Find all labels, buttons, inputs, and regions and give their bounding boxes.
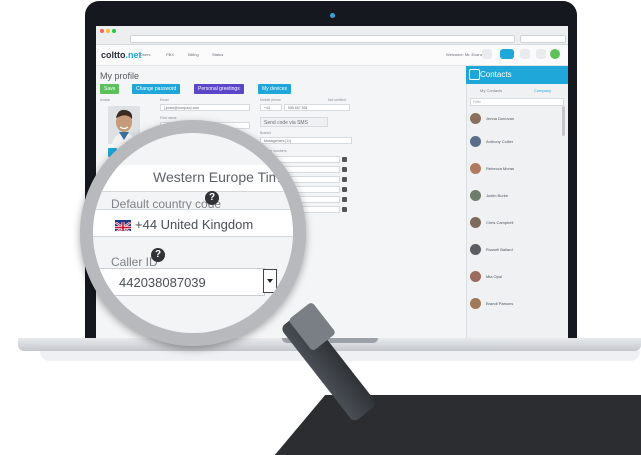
app-logo[interactable]: coltto.net	[101, 50, 142, 60]
contact-name: Mia Opal	[486, 274, 503, 279]
send-code-button[interactable]: Send code via SMS	[260, 117, 328, 127]
settings-icon[interactable]	[536, 49, 546, 59]
nav-pbx[interactable]: PBX	[166, 52, 174, 57]
help-icon[interactable]: ?	[151, 248, 165, 262]
contact-item[interactable]: Rebecca Moran	[470, 161, 562, 177]
branch-select[interactable]: Management [11]	[260, 137, 352, 144]
magnifier-lens: Western Europe Time... Default country c…	[93, 133, 293, 333]
status-icon[interactable]	[500, 49, 514, 59]
not-verified-label: Not verified	[328, 98, 346, 102]
email-field[interactable]: j.jones@company.com	[160, 104, 250, 111]
avatar	[470, 298, 481, 309]
country-code-value: +44 United Kingdom	[135, 217, 254, 232]
webcam	[330, 13, 335, 18]
contact-item[interactable]: Mia Opal	[470, 269, 562, 285]
mobile-field[interactable]: 555 667 554	[284, 104, 350, 111]
contact-item[interactable]: Justin Burke	[470, 188, 562, 204]
copy-icon[interactable]	[342, 197, 347, 202]
grid-icon[interactable]	[482, 49, 492, 59]
mobile-country-select[interactable]: +44	[260, 104, 282, 111]
copy-icon[interactable]	[342, 207, 347, 212]
contact-name: Anthony Collier	[486, 139, 514, 144]
caller-id-value: 442038087039	[119, 275, 206, 290]
change-password-button[interactable]: Change password	[132, 84, 181, 94]
nav-status[interactable]: Status	[212, 52, 223, 57]
contact-name: Brandi Parsons	[486, 301, 514, 306]
welcome-user: Welcome: Mr. Evans	[446, 52, 483, 57]
timezone-value: Western Europe Time...	[153, 169, 293, 185]
caller-id-dropdown[interactable]	[263, 269, 277, 293]
contacts-filter-input[interactable]: Filter	[470, 98, 564, 106]
save-button[interactable]: Save	[100, 84, 120, 94]
address-bar[interactable]	[130, 35, 515, 43]
branch-label: Branch	[260, 131, 272, 135]
avatar	[470, 113, 481, 124]
avatar	[470, 190, 481, 201]
copy-icon[interactable]	[342, 157, 347, 162]
phone-icon[interactable]	[520, 49, 530, 59]
help-icon[interactable]: ?	[205, 191, 219, 205]
contact-name: Jenna Donovan	[486, 116, 515, 121]
contact-name: Justin Burke	[486, 193, 509, 198]
tab-company[interactable]: Company	[534, 88, 551, 93]
tab-my-contacts[interactable]: My Contacts	[480, 88, 502, 93]
avatar-label: Avatar	[100, 98, 111, 102]
contacts-icon	[469, 69, 480, 80]
floor-shadow	[274, 395, 641, 455]
nav-users[interactable]: Users	[140, 52, 150, 57]
avatar	[470, 217, 481, 228]
email-label: Email	[160, 98, 169, 102]
contact-item[interactable]: Jenna Donovan	[470, 111, 562, 127]
page-title: My profile	[100, 71, 140, 81]
chevron-down-icon	[267, 279, 273, 283]
uk-flag-icon	[115, 220, 131, 231]
browser-search-box[interactable]	[520, 35, 566, 43]
contact-name: Rebecca Moran	[486, 166, 515, 171]
contacts-title: Contacts	[480, 70, 512, 79]
my-devices-button[interactable]: My devices	[258, 84, 292, 94]
copy-icon[interactable]	[342, 177, 347, 182]
contact-name: Chris Campbell	[486, 220, 514, 225]
contact-item[interactable]: Anthony Collier	[470, 134, 562, 150]
contact-item[interactable]: Chris Campbell	[470, 215, 562, 231]
maximize-dot[interactable]	[112, 29, 116, 33]
firstname-label: First name	[160, 116, 177, 120]
avatar	[470, 163, 481, 174]
presence-icon[interactable]	[550, 49, 560, 59]
copy-icon[interactable]	[342, 187, 347, 192]
contact-item[interactable]: Russell Ballard	[470, 242, 562, 258]
close-dot[interactable]	[100, 29, 104, 33]
personal-greetings-button[interactable]: Personal greetings	[194, 84, 244, 94]
contact-item[interactable]: Brandi Parsons	[470, 296, 562, 312]
contacts-scrollbar[interactable]	[562, 106, 565, 136]
copy-icon[interactable]	[342, 167, 347, 172]
avatar	[470, 244, 481, 255]
logo-main: coltto	[101, 50, 126, 60]
nav-billing[interactable]: Billing	[188, 52, 199, 57]
avatar	[470, 271, 481, 282]
mobile-label: Mobile phone	[260, 98, 282, 102]
contact-name: Russell Ballard	[486, 247, 513, 252]
avatar	[470, 136, 481, 147]
minimize-dot[interactable]	[106, 29, 110, 33]
